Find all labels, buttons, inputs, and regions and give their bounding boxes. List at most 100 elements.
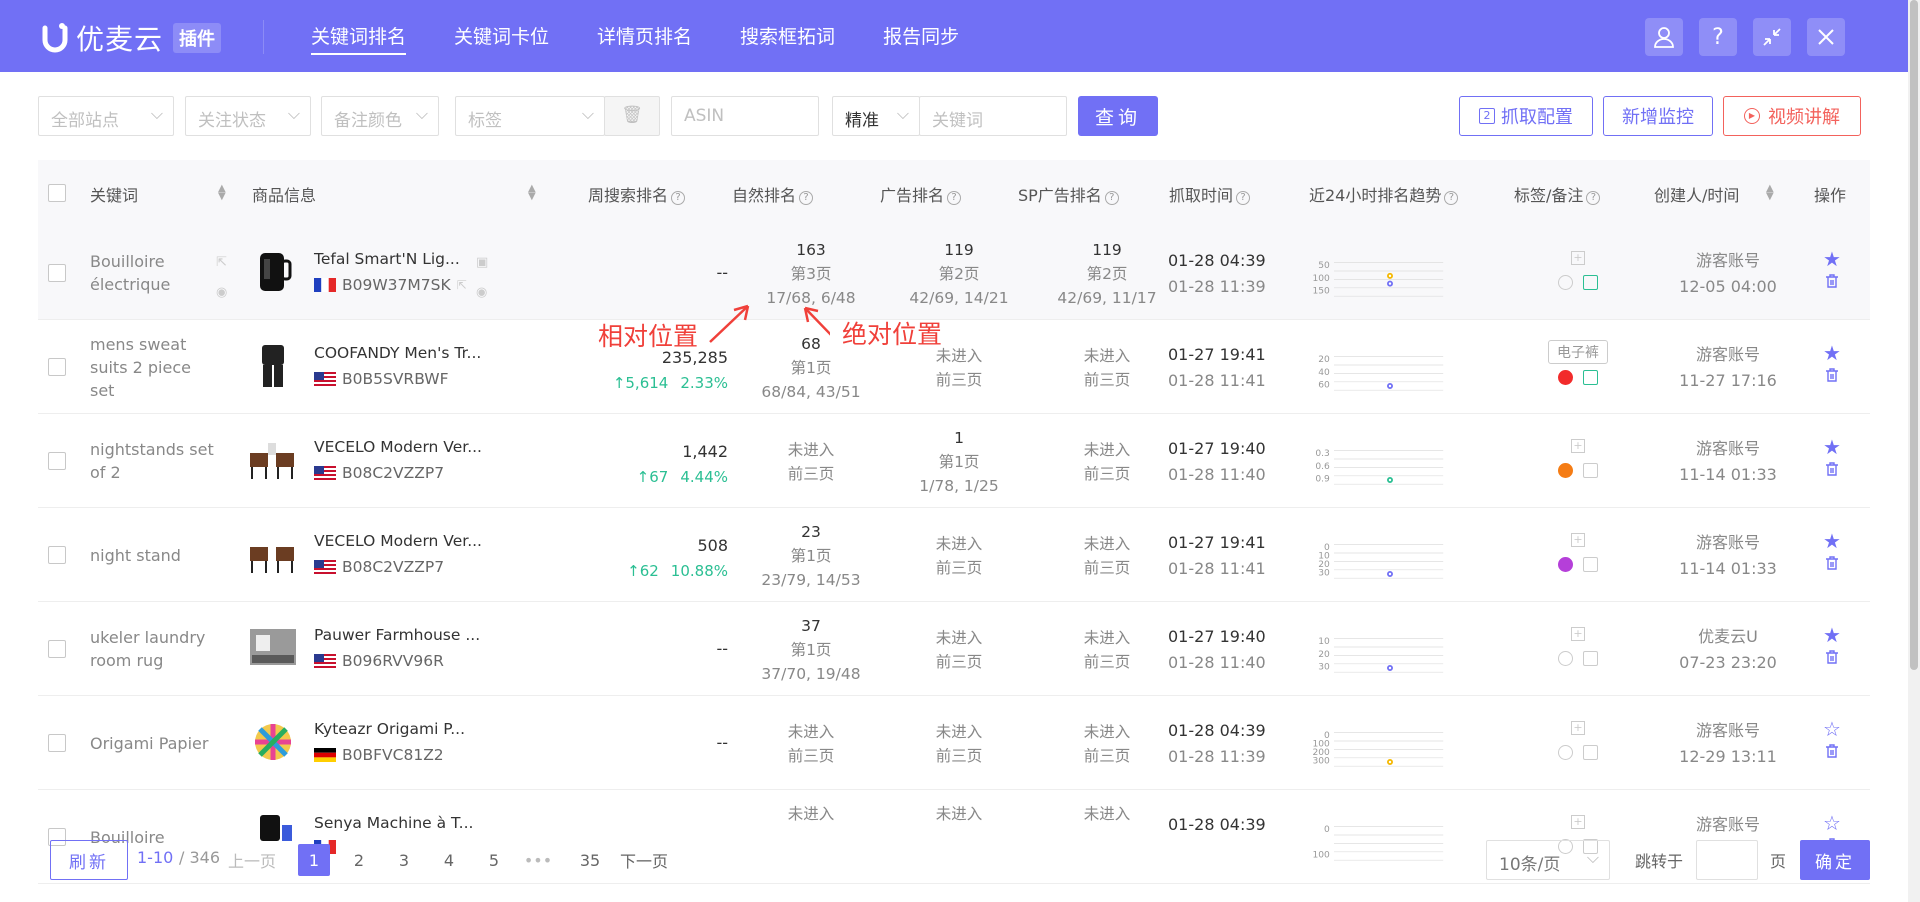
trend-chart[interactable]: 0.3 0.6 0.9	[1306, 436, 1446, 496]
add-tag-icon[interactable]: +	[1571, 439, 1585, 453]
row-checkbox[interactable]	[48, 640, 66, 658]
prev-page-button[interactable]: 上一页	[228, 848, 276, 872]
tab-report-sync[interactable]: 报告同步	[883, 22, 959, 55]
fetch-config-button[interactable]: 2 抓取配置	[1459, 96, 1593, 136]
trend-point[interactable]	[1387, 383, 1393, 389]
star-filled-icon[interactable]: ★	[1817, 434, 1847, 460]
add-tag-icon[interactable]: +	[1571, 251, 1585, 265]
scrollbar-thumb[interactable]	[1910, 0, 1918, 670]
trend-point[interactable]	[1387, 759, 1393, 765]
trend-point[interactable]	[1387, 665, 1393, 671]
follow-status-select[interactable]: 关注状态 ⌵	[185, 96, 311, 136]
collapse-icon[interactable]	[1753, 18, 1791, 56]
delete-icon[interactable]	[1817, 648, 1847, 674]
trend-chart[interactable]: 50 100 150	[1306, 248, 1446, 308]
product-image[interactable]	[248, 341, 298, 391]
tab-keyword-rank[interactable]: 关键词排名	[311, 22, 407, 55]
page-ellipsis[interactable]: •••	[522, 844, 554, 876]
delete-icon[interactable]	[1817, 366, 1847, 392]
product-image[interactable]	[248, 717, 298, 767]
trend-point[interactable]	[1387, 477, 1393, 483]
page-4[interactable]: 4	[433, 844, 465, 876]
add-monitor-button[interactable]: 新增监控	[1603, 96, 1713, 136]
sort-icon[interactable]: ▲ ▼	[218, 184, 226, 202]
page-2[interactable]: 2	[343, 844, 375, 876]
asin-input[interactable]: ASIN	[671, 96, 819, 136]
sort-icon[interactable]: ▲ ▼	[528, 184, 536, 202]
row-checkbox[interactable]	[48, 546, 66, 564]
page-size-select[interactable]: 10条/页 ⌵	[1486, 840, 1610, 880]
site-select[interactable]: 全部站点 ⌵	[38, 96, 174, 136]
star-filled-icon[interactable]: ★	[1817, 622, 1847, 648]
query-button[interactable]: 查询	[1078, 96, 1158, 136]
help-circle-icon[interactable]: ?	[947, 191, 962, 205]
page-35[interactable]: 35	[574, 844, 606, 876]
help-icon[interactable]: ?	[1699, 18, 1737, 56]
note-icon[interactable]	[1583, 275, 1598, 290]
clear-tag-button[interactable]: 🗑	[604, 96, 660, 136]
note-color-dot[interactable]	[1558, 370, 1573, 385]
note-color-dot[interactable]	[1558, 275, 1573, 290]
trend-chart[interactable]: 0 10 20 30	[1306, 530, 1446, 590]
page-5[interactable]: 5	[478, 844, 510, 876]
note-icon[interactable]	[1583, 370, 1598, 385]
tag-select[interactable]: 标签 ⌵	[455, 96, 605, 136]
select-all-checkbox[interactable]	[48, 184, 66, 202]
delete-icon[interactable]	[1817, 742, 1847, 768]
tab-keyword-slot[interactable]: 关键词卡位	[454, 22, 549, 55]
help-circle-icon[interactable]: ?	[1586, 191, 1601, 205]
refresh-button[interactable]: 刷新	[50, 840, 128, 880]
tab-search-expand[interactable]: 搜索框拓词	[740, 22, 835, 55]
row-checkbox[interactable]	[48, 264, 66, 282]
user-icon[interactable]	[1645, 18, 1683, 56]
product-image[interactable]	[248, 529, 298, 579]
trend-point[interactable]	[1387, 272, 1393, 279]
star-filled-icon[interactable]: ★	[1817, 246, 1847, 272]
star-filled-icon[interactable]: ★	[1817, 340, 1847, 366]
eye-icon[interactable]: ◉	[216, 285, 227, 300]
help-circle-icon[interactable]: ?	[799, 191, 814, 205]
trend-chart[interactable]: 0 100 200 300	[1306, 718, 1446, 778]
note-icon[interactable]	[1583, 557, 1598, 572]
help-circle-icon[interactable]: ?	[1104, 191, 1119, 205]
add-tag-icon[interactable]: +	[1571, 627, 1585, 641]
trend-chart[interactable]: 10 20 30	[1306, 624, 1446, 684]
copy-icon[interactable]: ⇱	[457, 278, 467, 292]
product-image[interactable]	[248, 623, 298, 673]
product-image[interactable]	[248, 247, 298, 297]
row-checkbox[interactable]	[48, 452, 66, 470]
note-icon[interactable]	[1583, 651, 1598, 666]
star-outline-icon[interactable]: ☆	[1817, 716, 1847, 742]
trend-point[interactable]	[1387, 280, 1393, 287]
jump-page-input[interactable]	[1696, 840, 1758, 880]
match-select[interactable]: 精准 ⌵	[832, 96, 920, 136]
sort-icon[interactable]: ▲ ▼	[1766, 184, 1774, 202]
video-guide-button[interactable]: ▶ 视频讲解	[1723, 96, 1861, 136]
delete-icon[interactable]	[1817, 272, 1847, 298]
share-icon[interactable]: ⇱	[216, 255, 227, 270]
note-color-dot[interactable]	[1558, 651, 1573, 666]
close-icon[interactable]	[1807, 18, 1845, 56]
note-color-dot[interactable]	[1558, 557, 1573, 572]
page-scrollbar[interactable]	[1908, 0, 1920, 902]
chart-icon[interactable]: ▣	[476, 255, 488, 270]
trend-chart[interactable]: 20 40 60	[1306, 342, 1446, 402]
page-3[interactable]: 3	[388, 844, 420, 876]
page-1[interactable]: 1	[298, 844, 330, 876]
product-image[interactable]	[248, 435, 298, 485]
help-circle-icon[interactable]: ?	[1444, 191, 1459, 205]
help-circle-icon[interactable]: ?	[1236, 191, 1251, 205]
help-circle-icon[interactable]: ?	[671, 191, 686, 205]
tab-detail-rank[interactable]: 详情页排名	[597, 22, 692, 55]
delete-icon[interactable]	[1817, 460, 1847, 486]
eye-icon[interactable]: ◉	[476, 285, 487, 300]
next-page-button[interactable]: 下一页	[620, 848, 668, 872]
row-checkbox[interactable]	[48, 358, 66, 376]
note-icon[interactable]	[1583, 745, 1598, 760]
delete-icon[interactable]	[1817, 554, 1847, 580]
note-color-dot[interactable]	[1558, 463, 1573, 478]
add-tag-icon[interactable]: +	[1571, 721, 1585, 735]
note-color-select[interactable]: 备注颜色 ⌵	[321, 96, 439, 136]
star-filled-icon[interactable]: ★	[1817, 528, 1847, 554]
note-icon[interactable]	[1583, 463, 1598, 478]
